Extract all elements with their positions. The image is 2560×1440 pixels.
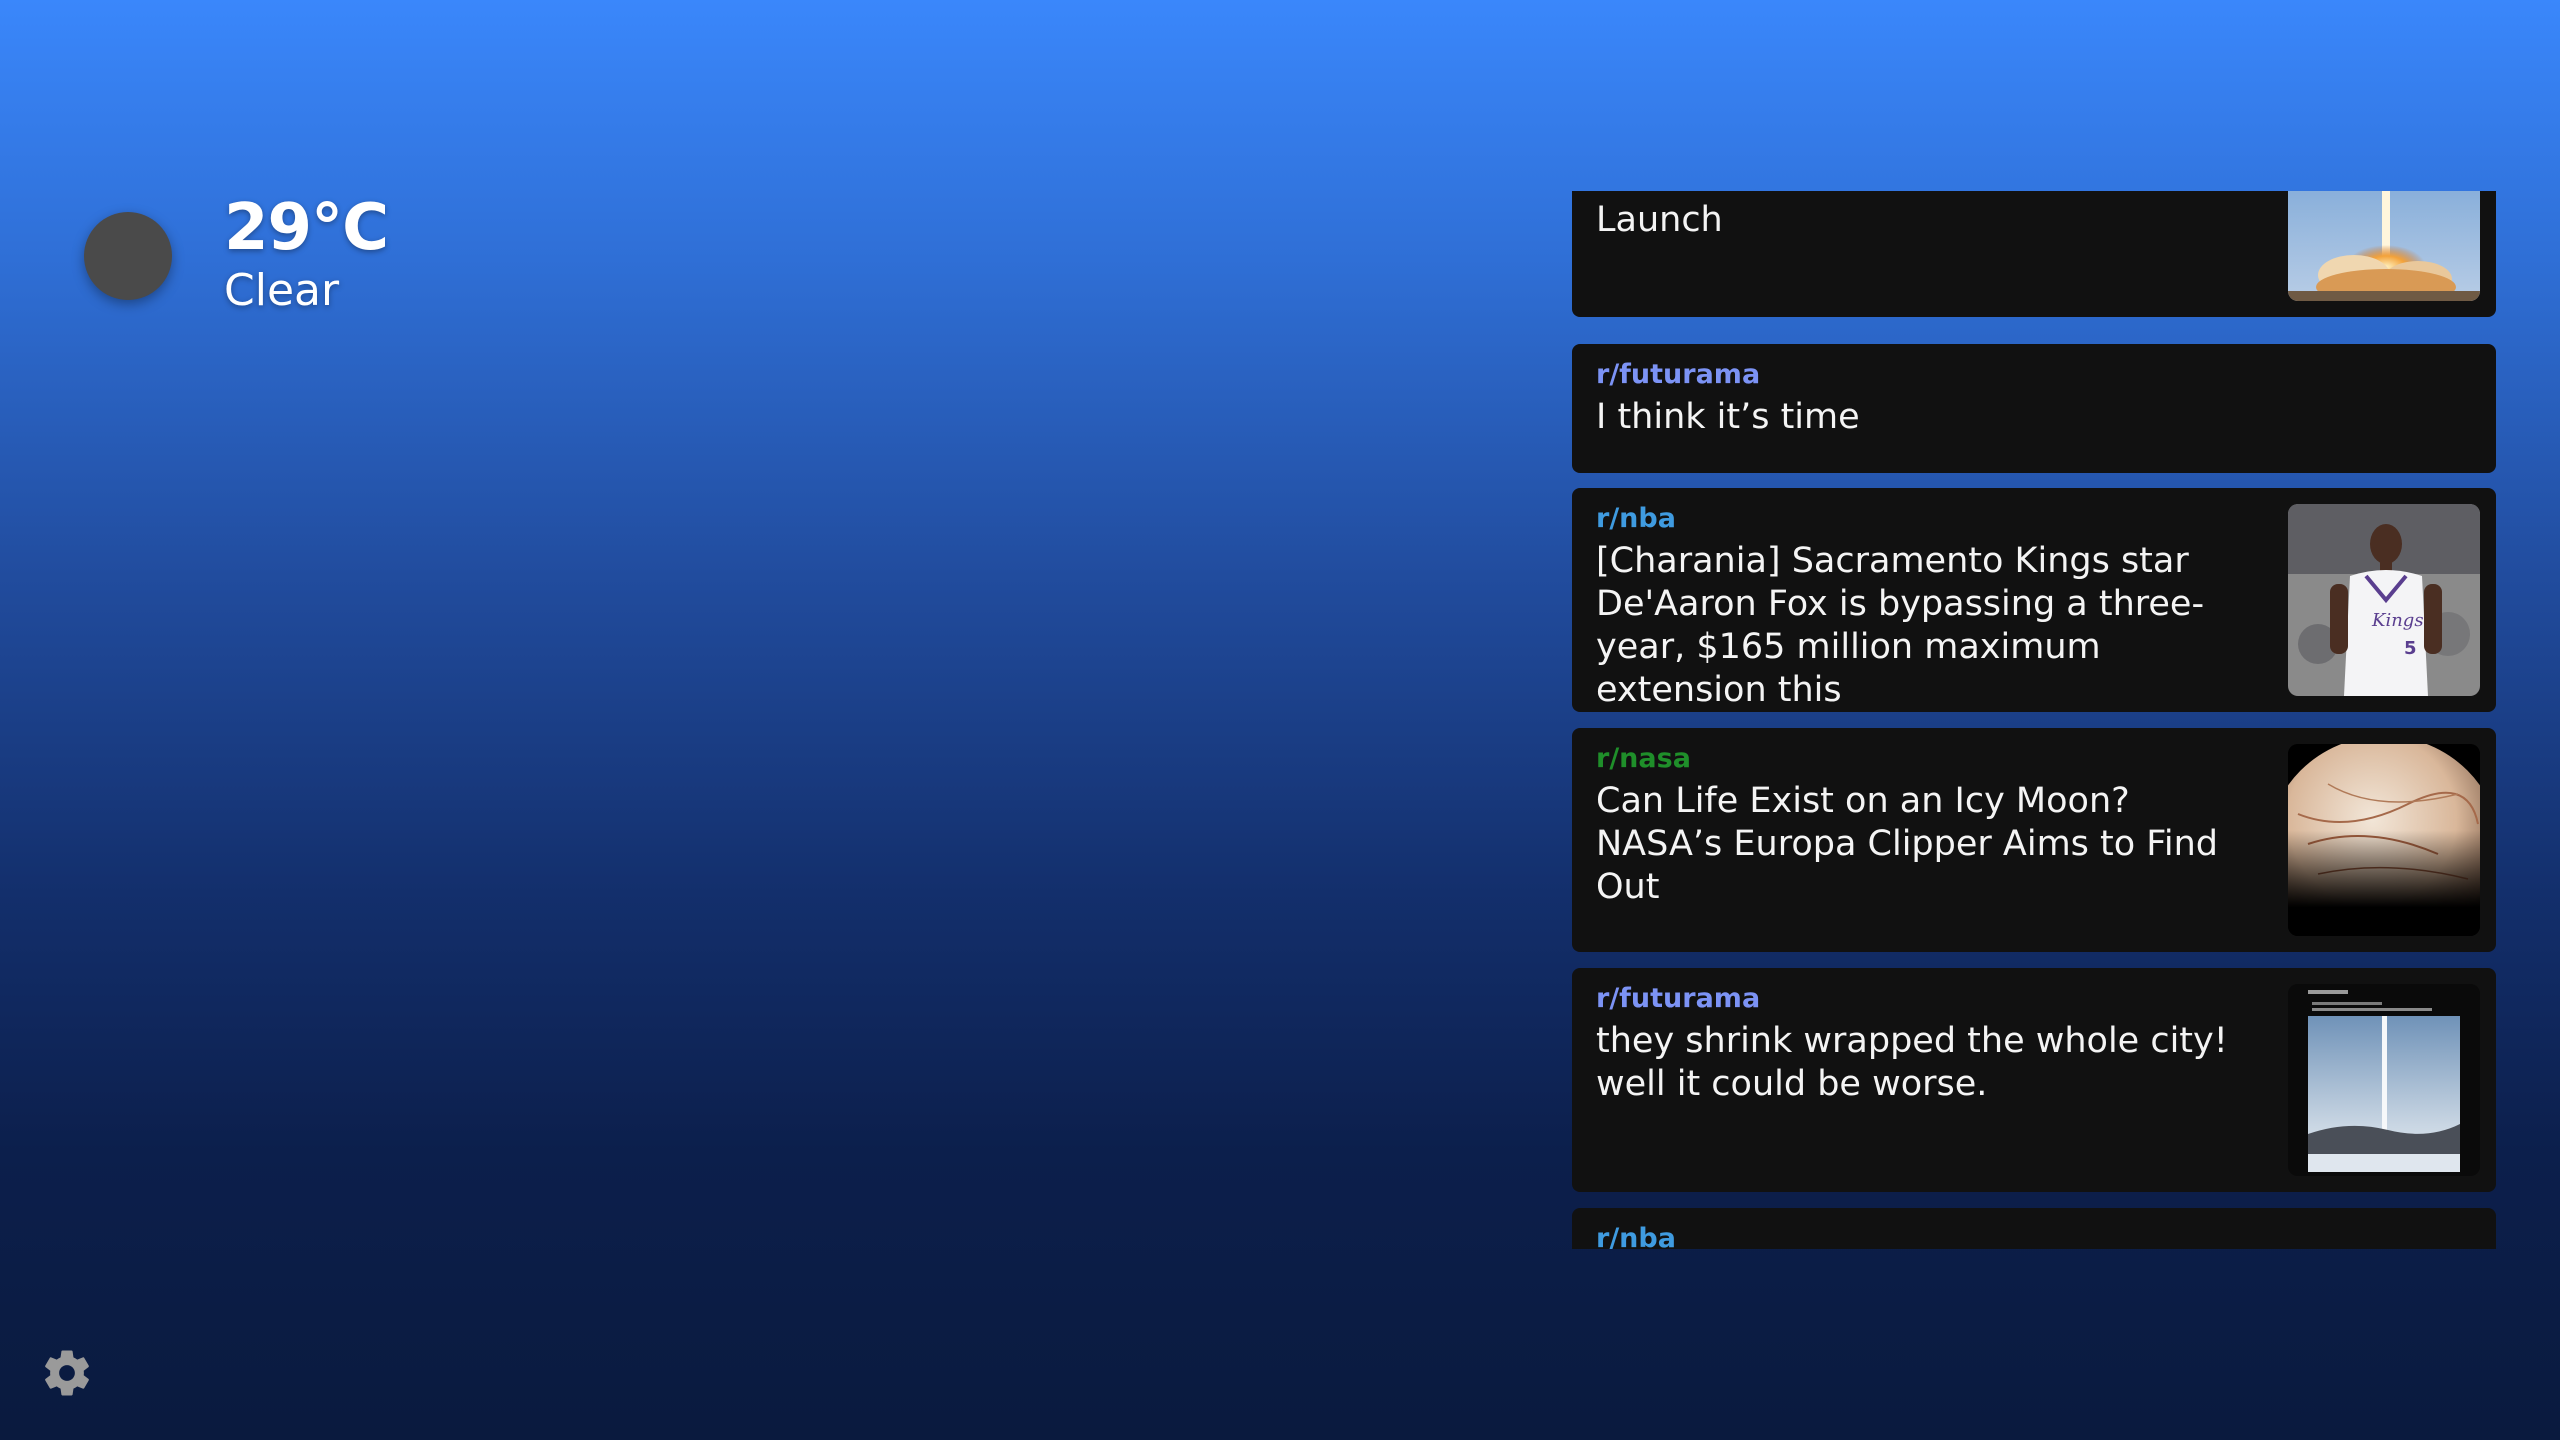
weather-temperature: 29°C [224,191,389,265]
weather-condition-icon [84,212,172,300]
basketball-player-image: Kings 5 [2288,504,2480,696]
feed-card[interactable]: r/futurama I think it’s time [1572,344,2496,473]
card-text: r/futurama I think it’s time [1596,358,2256,439]
screenshot-post-image [2288,984,2480,1176]
card-title: they shrink wrapped the whole city! well… [1596,1021,2228,1104]
card-text: r/nasa Can Life Exist on an Icy Moon? NA… [1596,742,2256,909]
card-subreddit[interactable]: r/nasa [1596,742,2256,776]
card-text: r/nba [Charania] Sacramento Kings star D… [1596,502,2256,712]
weather-condition: Clear [224,265,340,316]
card-subreddit[interactable]: r/nba [1596,502,2256,536]
card-subreddit[interactable]: r/futurama [1596,982,2256,1016]
card-subreddit[interactable]: r/futurama [1596,358,2256,392]
svg-text:5: 5 [2404,638,2417,659]
rocket-launch-image [2288,191,2480,301]
card-subreddit[interactable]: r/nba [1596,1222,2256,1249]
card-text: Launch [1596,199,2256,242]
card-text: r/futurama they shrink wrapped the whole… [1596,982,2256,1106]
feed-card[interactable]: r/futurama they shrink wrapped the whole… [1572,968,2496,1192]
feed-card[interactable]: Launch [1572,191,2496,317]
feed-card[interactable]: r/nasa Can Life Exist on an Icy Moon? NA… [1572,728,2496,952]
card-title: [Charania] Sacramento Kings star De'Aaro… [1596,541,2205,710]
reddit-feed[interactable]: Launch r/futurama I think it’s time r/nb… [1572,191,2496,1249]
card-text: r/nba [1596,1222,2256,1249]
svg-text:Kings: Kings [2371,610,2424,631]
card-title: Can Life Exist on an Icy Moon? NASA’s Eu… [1596,781,2219,907]
feed-card[interactable]: r/nba [1572,1208,2496,1249]
weather-text: 29°C Clear [224,190,389,316]
card-title: I think it’s time [1596,397,1860,437]
feed-card[interactable]: r/nba [Charania] Sacramento Kings star D… [1572,488,2496,712]
europa-moon-image [2288,744,2480,936]
card-title: Launch [1596,200,1723,240]
weather-widget: 29°C Clear [84,190,389,316]
settings-button[interactable] [40,1346,94,1400]
gear-icon [45,1350,89,1396]
